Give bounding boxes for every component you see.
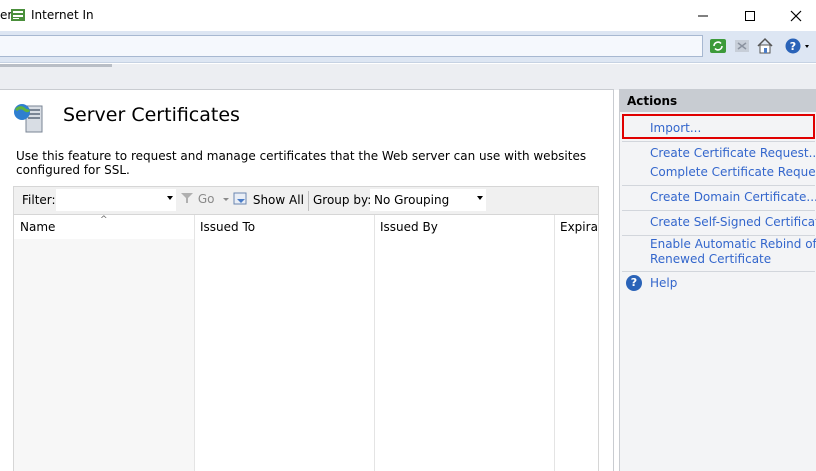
action-import[interactable]: Import...: [650, 121, 701, 136]
main-panel: Server Certificates Use this feature to …: [0, 89, 614, 471]
group-by-label: Group by:: [313, 193, 372, 207]
minimize-button[interactable]: [680, 0, 726, 31]
actions-panel: Actions Import... Create Certificate Req…: [619, 89, 816, 471]
column-header-issued-by[interactable]: Issued By: [380, 220, 438, 234]
svg-text:?: ?: [790, 40, 796, 53]
column-header-issued-to[interactable]: Issued To: [200, 220, 255, 234]
action-create-domain-certificate[interactable]: Create Domain Certificate...: [650, 190, 816, 205]
help-icon[interactable]: ?: [626, 275, 642, 291]
chevron-down-icon[interactable]: [477, 196, 483, 200]
show-all-button[interactable]: Show All: [233, 192, 304, 207]
table-header: ^ Name Issued To Issued By Expirati: [14, 215, 598, 239]
group-by-select[interactable]: No Grouping: [370, 189, 486, 211]
toolbar-band: [0, 64, 816, 90]
help-dropdown-icon[interactable]: ?: [784, 37, 809, 55]
column-divider[interactable]: [374, 215, 375, 471]
go-dropdown-icon[interactable]: [222, 195, 230, 203]
column-divider[interactable]: [194, 215, 195, 471]
actions-divider: [622, 271, 815, 272]
toolbar-band-accent: [0, 64, 112, 67]
sort-ascending-icon: ^: [100, 215, 108, 225]
show-all-label: Show All: [252, 193, 304, 207]
page-title: Server Certificates: [63, 104, 240, 126]
name-column-background: [14, 239, 194, 471]
address-input[interactable]: [0, 35, 703, 57]
certificates-table: ^ Name Issued To Issued By Expirati: [13, 214, 599, 471]
page-description: Use this feature to request and manage c…: [16, 149, 587, 177]
filter-bar: Filter: Go Show All Group by: No Groupin…: [13, 186, 599, 214]
actions-divider: [622, 185, 815, 186]
action-enable-automatic-rebind-line2[interactable]: Renewed Certificate: [650, 252, 771, 267]
window-title: Internet In: [31, 8, 94, 22]
maximize-button[interactable]: [727, 0, 773, 31]
filter-input[interactable]: [56, 189, 176, 211]
action-create-certificate-request[interactable]: Create Certificate Request...: [650, 146, 816, 161]
go-label: Go: [197, 192, 215, 206]
iis-icon: [10, 7, 26, 23]
column-divider[interactable]: [554, 215, 555, 471]
action-complete-certificate-request[interactable]: Complete Certificate Request...: [650, 165, 816, 180]
filter-label: Filter:: [22, 193, 56, 207]
title-bar: er Internet In: [0, 0, 816, 31]
actions-divider: [622, 235, 815, 236]
refresh-icon[interactable]: [709, 37, 727, 55]
close-button[interactable]: [773, 0, 816, 31]
stop-icon[interactable]: [733, 37, 751, 55]
actions-header: Actions: [620, 89, 816, 112]
action-help[interactable]: Help: [650, 276, 677, 291]
column-header-expiration[interactable]: Expirati: [560, 220, 598, 234]
address-bar: ?: [0, 31, 816, 63]
action-enable-automatic-rebind[interactable]: Enable Automatic Rebind of: [650, 237, 816, 252]
show-all-icon: [233, 192, 247, 205]
column-header-name[interactable]: Name: [20, 220, 55, 234]
funnel-icon: [181, 193, 193, 203]
actions-divider: [622, 210, 815, 211]
server-certificates-icon: [12, 100, 48, 136]
home-icon[interactable]: [756, 37, 774, 55]
actions-divider: [622, 141, 815, 142]
group-by-value: No Grouping: [374, 193, 450, 207]
toolbar-divider: [308, 191, 309, 211]
chevron-down-icon[interactable]: [167, 196, 173, 200]
go-button[interactable]: Go: [180, 192, 230, 206]
action-create-self-signed-certificate[interactable]: Create Self-Signed Certificate...: [650, 215, 816, 230]
